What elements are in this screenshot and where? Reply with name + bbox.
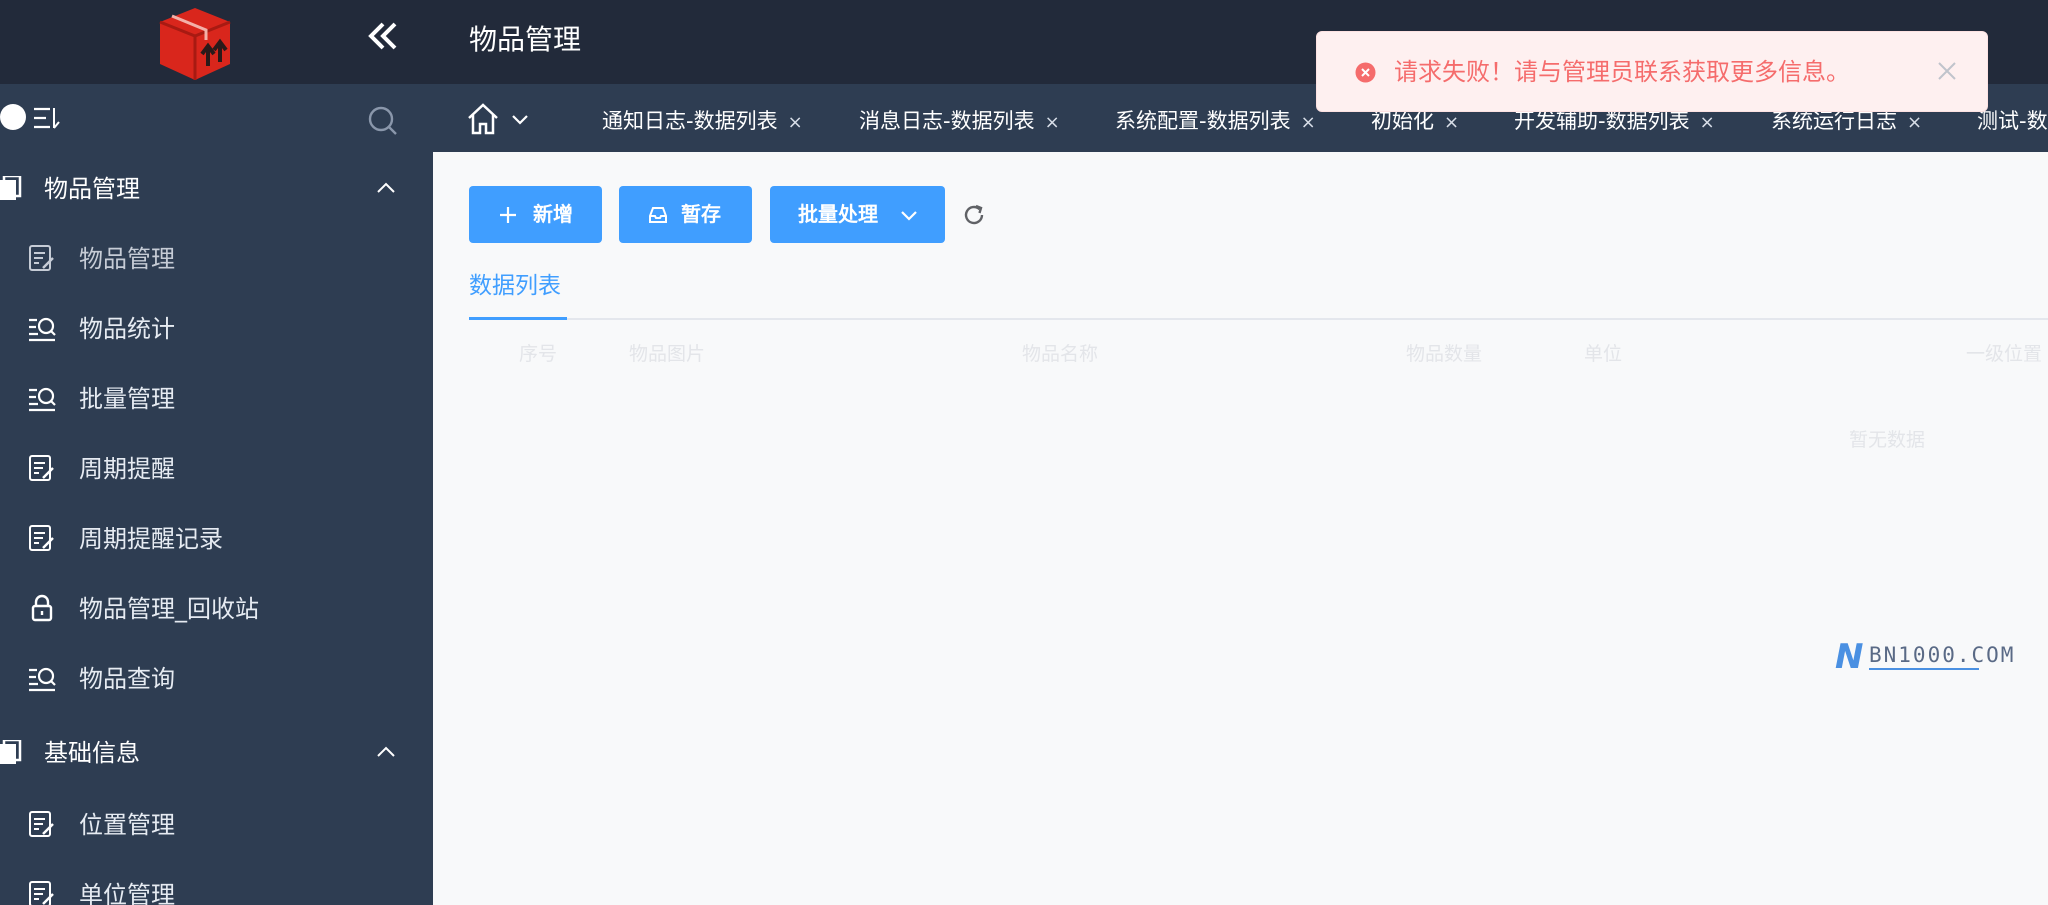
sidebar-item-unit-management[interactable]: 单位管理 bbox=[0, 860, 433, 905]
close-icon[interactable]: × bbox=[1907, 112, 1922, 133]
chevron-up-icon[interactable] bbox=[376, 180, 396, 194]
app-logo bbox=[159, 8, 231, 80]
column-header-image[interactable]: 物品图片 bbox=[629, 340, 705, 368]
add-button[interactable]: 新增 bbox=[469, 186, 602, 243]
tab-data-list[interactable]: 数据列表 bbox=[469, 270, 561, 302]
empty-state-text: 暂无数据 bbox=[1849, 429, 1926, 451]
edit-doc-icon bbox=[29, 525, 54, 551]
tab-label: 开发辅助-数据列表 bbox=[1514, 109, 1690, 133]
theme-toggle[interactable] bbox=[0, 104, 26, 130]
tab-label: 系统配置-数据列表 bbox=[1115, 109, 1291, 133]
tab-active-indicator bbox=[469, 317, 567, 320]
sidebar-item-label: 单位管理 bbox=[79, 881, 175, 905]
list-toggle-icon[interactable] bbox=[32, 106, 62, 130]
inbox-icon bbox=[649, 207, 667, 223]
sidebar-item-label: 物品管理 bbox=[79, 245, 175, 273]
list-search-icon bbox=[29, 317, 56, 342]
watermark-letter: N bbox=[1835, 637, 1864, 677]
sidebar-item-goods-management[interactable]: 物品管理 bbox=[0, 224, 433, 294]
watermark-logo: N BN1000.COM bbox=[1835, 637, 2013, 678]
tab-label: 初始化 bbox=[1371, 109, 1434, 133]
tab-label: 系统运行日志 bbox=[1771, 109, 1897, 133]
toast-message: 请求失败！请与管理员联系获取更多信息。 bbox=[1394, 58, 1850, 86]
sidebar-item-label: 周期提醒 bbox=[79, 455, 175, 483]
column-header-index[interactable]: 序号 bbox=[519, 340, 557, 368]
tab-message-log[interactable]: 消息日志-数据列表 × bbox=[859, 106, 1060, 136]
home-icon[interactable] bbox=[466, 102, 500, 136]
sidebar-item-goods-stats[interactable]: 物品统计 bbox=[0, 294, 433, 364]
double-chevron-left-icon[interactable] bbox=[365, 18, 401, 54]
main-content: 新增 暂存 批量处理 数据列表 序号 物品图片 物品名称 物品数量 单位 一级位… bbox=[433, 152, 2048, 905]
sidebar-item-label: 位置管理 bbox=[79, 811, 175, 839]
column-header-name[interactable]: 物品名称 bbox=[1022, 340, 1098, 368]
tab-test[interactable]: 测试-数 bbox=[1977, 106, 2048, 136]
folder-icon bbox=[0, 740, 22, 764]
tab-system-config[interactable]: 系统配置-数据列表 × bbox=[1115, 106, 1316, 136]
tab-label: 通知日志-数据列表 bbox=[602, 109, 778, 133]
sidebar-group-basic-info[interactable]: 基础信息 bbox=[0, 718, 433, 788]
chevron-down-icon bbox=[901, 211, 917, 221]
tab-label: 测试-数 bbox=[1977, 109, 2048, 133]
sidebar-group-items[interactable]: 物品管理 bbox=[0, 154, 433, 224]
sidebar-item-label: 周期提醒记录 bbox=[79, 525, 223, 553]
tab-notice-log[interactable]: 通知日志-数据列表 × bbox=[602, 106, 803, 136]
chevron-up-icon[interactable] bbox=[376, 744, 396, 758]
folder-icon bbox=[0, 176, 22, 200]
sidebar: 物品管理 物品管理 物品统计 批量管理 周期提醒 周期提醒记录 物品管理_回收站… bbox=[0, 0, 433, 905]
sidebar-group-label: 物品管理 bbox=[44, 175, 140, 203]
sidebar-item-label: 物品查询 bbox=[79, 665, 175, 693]
close-icon[interactable] bbox=[1935, 59, 1959, 83]
draft-button-label: 暂存 bbox=[681, 202, 721, 226]
sidebar-item-location-management[interactable]: 位置管理 bbox=[0, 790, 433, 860]
list-search-icon bbox=[29, 667, 56, 692]
tab-divider bbox=[469, 318, 2048, 320]
tab-label: 消息日志-数据列表 bbox=[859, 109, 1035, 133]
sidebar-item-recycle-bin[interactable]: 物品管理_回收站 bbox=[0, 574, 433, 644]
close-icon[interactable]: × bbox=[788, 112, 803, 133]
watermark-text: BN1000.COM bbox=[1869, 643, 2016, 667]
batch-process-dropdown[interactable]: 批量处理 bbox=[770, 186, 945, 243]
lock-icon bbox=[31, 594, 53, 622]
error-toast: 请求失败！请与管理员联系获取更多信息。 bbox=[1316, 31, 1988, 112]
sidebar-item-label: 物品管理_回收站 bbox=[79, 595, 259, 623]
search-icon[interactable] bbox=[368, 106, 398, 136]
add-button-label: 新增 bbox=[533, 202, 573, 226]
close-icon[interactable]: × bbox=[1301, 112, 1316, 133]
column-header-quantity[interactable]: 物品数量 bbox=[1406, 340, 1482, 368]
close-icon[interactable]: × bbox=[1700, 112, 1715, 133]
list-search-icon bbox=[29, 387, 56, 412]
sidebar-item-label: 物品统计 bbox=[79, 315, 175, 343]
edit-doc-icon bbox=[29, 245, 54, 271]
sidebar-item-cycle-reminder[interactable]: 周期提醒 bbox=[0, 434, 433, 504]
edit-doc-icon bbox=[29, 455, 54, 481]
edit-doc-icon bbox=[29, 881, 54, 905]
page-title: 物品管理 bbox=[469, 23, 582, 56]
refresh-icon[interactable] bbox=[961, 202, 987, 228]
watermark-underline bbox=[1869, 668, 1979, 670]
column-header-location[interactable]: 一级位置 bbox=[1966, 340, 2042, 368]
draft-button[interactable]: 暂存 bbox=[619, 186, 752, 243]
batch-process-label: 批量处理 bbox=[798, 202, 878, 226]
plus-icon bbox=[500, 207, 516, 223]
close-icon[interactable]: × bbox=[1045, 112, 1060, 133]
sidebar-item-cycle-reminder-log[interactable]: 周期提醒记录 bbox=[0, 504, 433, 574]
chevron-down-icon[interactable] bbox=[511, 114, 529, 126]
sidebar-item-label: 批量管理 bbox=[79, 385, 175, 413]
sidebar-item-batch-management[interactable]: 批量管理 bbox=[0, 364, 433, 434]
close-icon[interactable]: × bbox=[1444, 112, 1459, 133]
sidebar-item-goods-query[interactable]: 物品查询 bbox=[0, 644, 433, 714]
sidebar-group-label: 基础信息 bbox=[44, 739, 140, 767]
column-header-unit[interactable]: 单位 bbox=[1584, 340, 1622, 368]
error-circle-icon bbox=[1355, 62, 1376, 83]
edit-doc-icon bbox=[29, 811, 54, 837]
